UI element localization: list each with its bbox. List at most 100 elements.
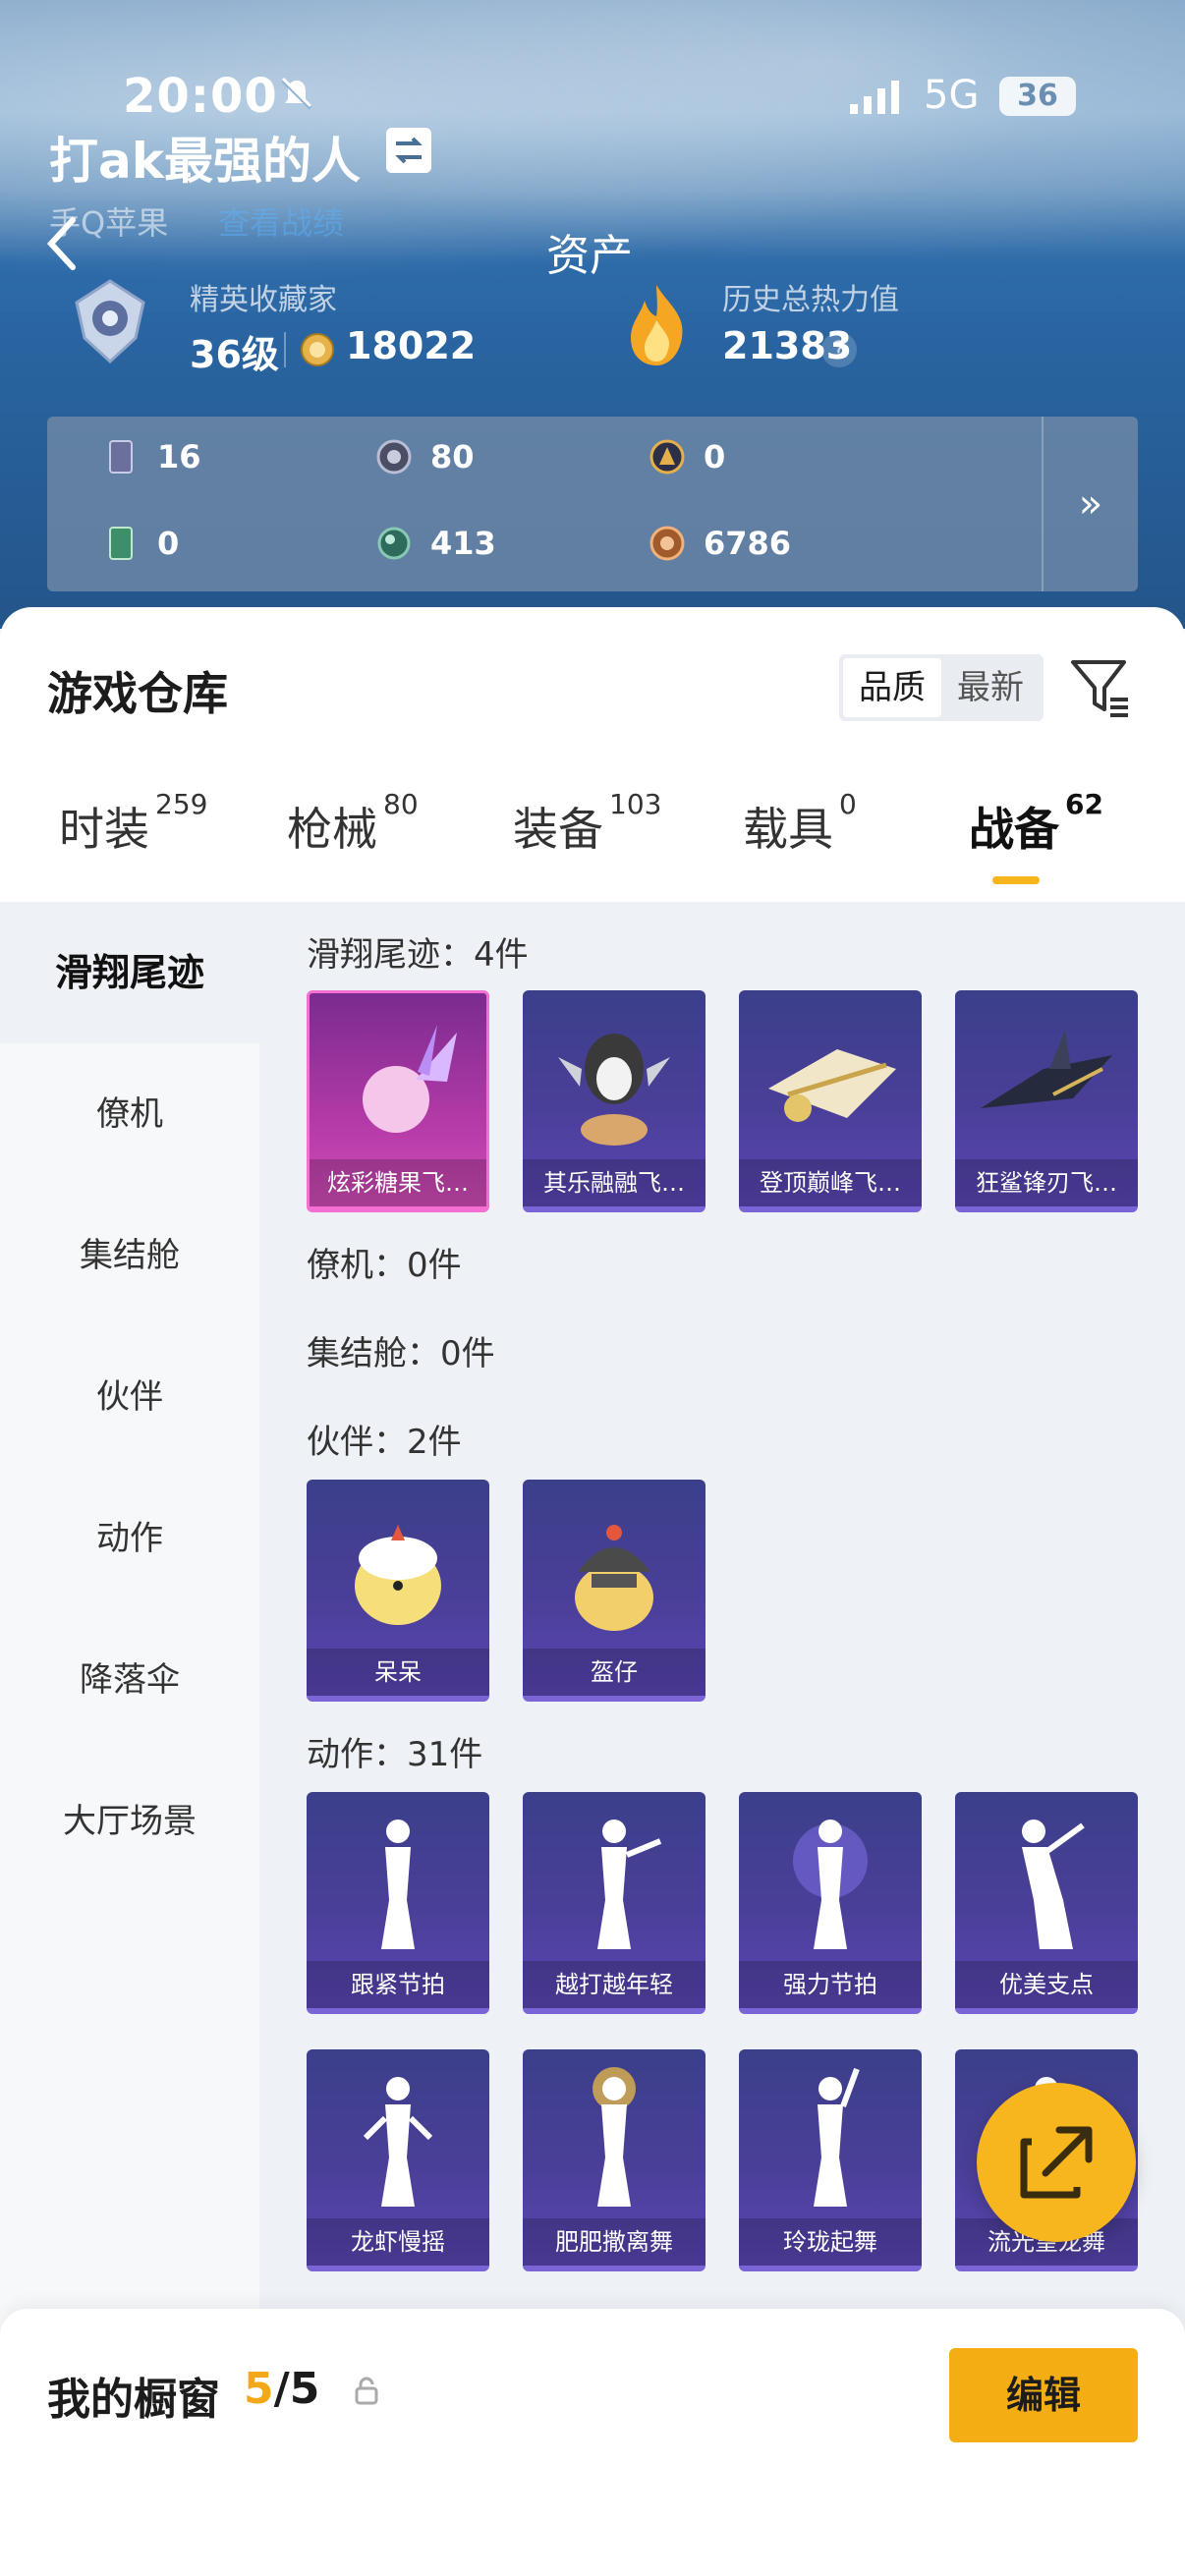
edit-button[interactable]: 编辑 bbox=[949, 2348, 1138, 2442]
status-time: 20:00 bbox=[123, 69, 278, 124]
heat-title: 历史总热力值 bbox=[722, 283, 899, 317]
resource-item: 0 bbox=[649, 438, 725, 476]
shark-trail-icon bbox=[981, 1030, 1112, 1108]
lock-icon bbox=[355, 2377, 378, 2405]
resource-value: 16 bbox=[157, 438, 201, 476]
mute-bell-icon bbox=[281, 77, 312, 110]
orb-icon bbox=[377, 527, 411, 560]
sidebar-item-glide-trail[interactable]: 滑翔尾迹 bbox=[0, 902, 259, 1043]
collection-points-icon bbox=[301, 333, 334, 366]
battery-indicator: 36 bbox=[999, 77, 1076, 116]
tab-combat-gear[interactable]: 战备 62 bbox=[969, 788, 1103, 859]
dance-pose-icon bbox=[1022, 1820, 1085, 1949]
showcase-bar: 我的橱窗 5/5 编辑 bbox=[0, 2309, 1185, 2576]
sidebar-item-lobby-scene[interactable]: 大厅场景 bbox=[0, 1751, 259, 1892]
resource-item: 0 bbox=[102, 525, 179, 562]
dance-pose-icon bbox=[363, 2077, 433, 2207]
item-name: 优美支点 bbox=[955, 1961, 1138, 2008]
coin-gold-icon bbox=[649, 439, 685, 475]
item-card[interactable]: 优美支点 bbox=[955, 1792, 1138, 2014]
item-card[interactable]: 强力节拍 bbox=[739, 1792, 922, 2014]
dance-pose-icon bbox=[814, 2067, 860, 2207]
summit-trail-icon bbox=[768, 1049, 896, 1122]
item-name: 登顶巅峰飞… bbox=[739, 1159, 922, 1206]
coin-silver-icon bbox=[376, 439, 412, 475]
help-icon[interactable]: ? bbox=[821, 332, 857, 367]
filter-icon[interactable] bbox=[1069, 656, 1132, 719]
sort-toggle: 品质 最新 bbox=[839, 654, 1044, 721]
share-button[interactable] bbox=[977, 2083, 1136, 2242]
rank-title: 精英收藏家 bbox=[190, 283, 337, 317]
sidebar-item-parachute[interactable]: 降落伞 bbox=[0, 1609, 259, 1751]
active-tab-indicator bbox=[992, 876, 1040, 884]
sidebar-item-rally-pod[interactable]: 集结舱 bbox=[0, 1185, 259, 1326]
tab-equipment[interactable]: 装备 103 bbox=[513, 788, 661, 859]
share-icon bbox=[1020, 2126, 1093, 2199]
sidebar-item-partner[interactable]: 伙伴 bbox=[0, 1326, 259, 1468]
item-card[interactable]: 玲珑起舞 bbox=[739, 2049, 922, 2271]
candy-trail-icon bbox=[363, 1025, 457, 1133]
dance-pose-icon bbox=[592, 2067, 636, 2207]
sidebar-item-wingman[interactable]: 僚机 bbox=[0, 1043, 259, 1185]
card-icon bbox=[109, 440, 133, 474]
view-record-link[interactable]: 查看战绩 bbox=[218, 198, 344, 244]
section-title-action: 动作：31件 bbox=[307, 1735, 483, 1774]
section-title-wingman: 僚机：0件 bbox=[307, 1246, 462, 1285]
resource-item: 16 bbox=[102, 438, 201, 476]
signal-icon bbox=[850, 81, 899, 114]
dance-pose-icon bbox=[381, 1820, 415, 1949]
resources-more-button[interactable]: » bbox=[1042, 417, 1138, 591]
helmet-chick-icon bbox=[575, 1525, 653, 1631]
resource-value: 413 bbox=[430, 525, 496, 562]
item-name: 狂鲨锋刃飞… bbox=[955, 1159, 1138, 1206]
item-card[interactable]: 狂鲨锋刃飞… bbox=[955, 990, 1138, 1212]
heat-flame-icon bbox=[631, 285, 683, 365]
green-card-icon bbox=[109, 527, 133, 560]
collection-points: 18022 bbox=[346, 324, 477, 367]
sidebar-item-action[interactable]: 动作 bbox=[0, 1468, 259, 1609]
showcase-label: 我的橱窗 bbox=[47, 2375, 220, 2425]
section-title-trail: 滑翔尾迹：4件 bbox=[307, 935, 529, 975]
item-name: 龙虾慢摇 bbox=[307, 2218, 489, 2266]
warehouse-title: 游戏仓库 bbox=[47, 667, 228, 720]
chick-partner-icon bbox=[355, 1525, 441, 1625]
resource-value: 6786 bbox=[704, 525, 792, 562]
dance-pose-icon bbox=[793, 1820, 868, 1949]
sort-newest[interactable]: 最新 bbox=[941, 658, 1040, 717]
category-tabs: 时装 259 枪械 80 装备 103 载具 0 战备 62 bbox=[0, 788, 1185, 902]
section-title-partner: 伙伴：2件 bbox=[307, 1423, 462, 1462]
item-card[interactable]: 越打越年轻 bbox=[523, 1792, 705, 2014]
dance-pose-icon bbox=[597, 1820, 662, 1949]
item-name: 跟紧节拍 bbox=[307, 1961, 489, 2008]
item-card[interactable]: 龙虾慢摇 bbox=[307, 2049, 489, 2271]
item-name: 其乐融融飞… bbox=[523, 1159, 705, 1206]
item-card[interactable]: 炫彩糖果飞… bbox=[307, 990, 489, 1212]
network-label: 5G bbox=[924, 73, 980, 118]
tab-vehicles[interactable]: 载具 0 bbox=[743, 788, 857, 859]
switch-account-icon[interactable] bbox=[386, 128, 431, 173]
item-name: 越打越年轻 bbox=[523, 1961, 705, 2008]
collector-rank-icon bbox=[75, 279, 145, 364]
page-title: 资产 bbox=[546, 231, 633, 281]
back-icon[interactable] bbox=[39, 214, 86, 273]
resource-value: 80 bbox=[430, 438, 475, 476]
item-card[interactable]: 跟紧节拍 bbox=[307, 1792, 489, 2014]
resource-value: 0 bbox=[704, 438, 726, 476]
section-title-pod: 集结舱：0件 bbox=[307, 1334, 495, 1373]
item-card[interactable]: 登顶巅峰飞… bbox=[739, 990, 922, 1212]
tab-outfit[interactable]: 时装 259 bbox=[59, 788, 207, 859]
tab-weapons[interactable]: 枪械 80 bbox=[287, 788, 419, 859]
item-name: 盔仔 bbox=[523, 1649, 705, 1696]
resources-panel: 16 80 0 0 413 6786 » bbox=[47, 417, 1138, 591]
item-name: 玲珑起舞 bbox=[739, 2218, 922, 2266]
item-name: 呆呆 bbox=[307, 1649, 489, 1696]
item-name: 强力节拍 bbox=[739, 1961, 922, 2008]
player-name: 打ak最强的人 bbox=[49, 133, 361, 190]
item-card[interactable]: 肥肥撒离舞 bbox=[523, 2049, 705, 2271]
category-sidebar: 滑翔尾迹 僚机 集结舱 伙伴 动作 降落伞 大厅场景 bbox=[0, 902, 259, 2336]
item-card[interactable]: 盔仔 bbox=[523, 1480, 705, 1702]
item-card[interactable]: 其乐融融飞… bbox=[523, 990, 705, 1212]
item-card[interactable]: 呆呆 bbox=[307, 1480, 489, 1702]
sort-quality[interactable]: 品质 bbox=[843, 658, 941, 717]
bronze-coin-icon bbox=[649, 526, 685, 561]
